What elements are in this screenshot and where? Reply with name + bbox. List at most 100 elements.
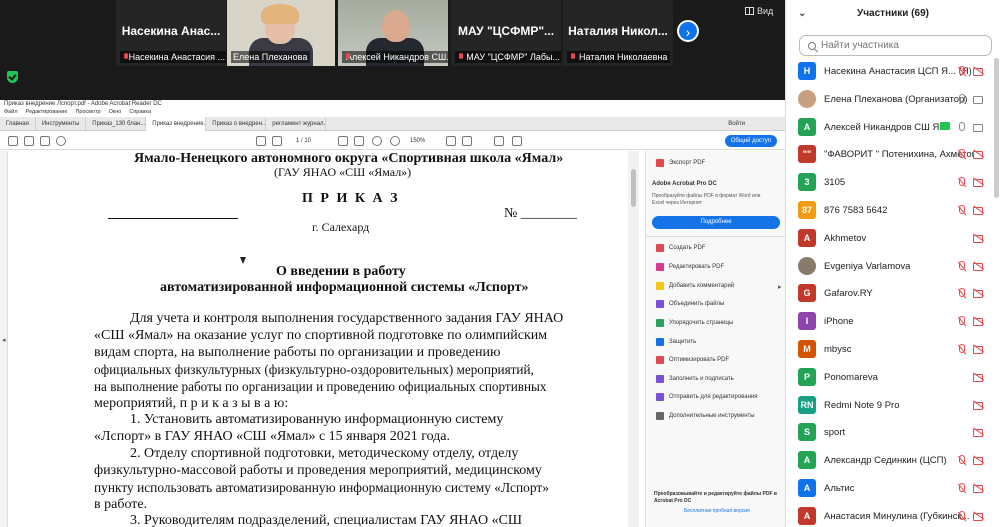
share-button[interactable]: Общий доступ <box>724 135 777 147</box>
tool-edit-pdf[interactable]: Редактировать PDF <box>656 261 724 273</box>
participant-row[interactable]: Mmbysc <box>786 336 994 364</box>
tool-more[interactable]: Дополнительные инструменты <box>656 410 755 422</box>
participant-row[interactable]: Елена Плеханова (Организатор) <box>786 86 994 114</box>
doc-subject1: О введении в работу <box>276 264 406 279</box>
fit-icon[interactable] <box>446 136 456 146</box>
menu-view[interactable]: Просмотр <box>75 108 100 116</box>
tool-comment[interactable]: Добавить комментарий <box>656 280 734 292</box>
scroll-icon[interactable] <box>462 136 472 146</box>
encryption-shield-icon[interactable] <box>7 71 18 83</box>
comment-icon[interactable] <box>494 136 504 146</box>
trial-link[interactable]: Бесплатная пробная версия <box>684 508 750 514</box>
participant-row[interactable]: А Альтис <box>786 475 994 503</box>
doc-body-line: пункту использовать автоматизированную и… <box>94 480 549 495</box>
divider <box>646 236 785 237</box>
next-page-icon[interactable]: › <box>677 20 699 42</box>
tab-doc-4[interactable]: регламент журнал... <box>266 117 327 131</box>
participant-row[interactable]: IiPhone <box>786 308 994 336</box>
prev-page-icon[interactable] <box>256 136 266 146</box>
doc-body-line: видам спорта, на выполнение работы по ор… <box>94 345 501 360</box>
mic-muted-icon <box>569 53 577 61</box>
video-tile[interactable]: Наталия Никол... Наталия Николаевна <box>563 0 673 66</box>
tab-doc-1[interactable]: Приказ_130 блан... <box>86 117 147 131</box>
tool-protect[interactable]: Защитить <box>656 336 696 348</box>
pen-icon[interactable] <box>512 136 522 146</box>
print-icon[interactable] <box>24 136 34 146</box>
tab-doc-3[interactable]: Приказ о внедрен... <box>206 117 267 131</box>
menu-edit[interactable]: Редактирование <box>26 108 68 116</box>
participant-row[interactable]: "" "ФАВОРИТ " Потенихина, Ахметов, ... <box>786 141 994 169</box>
zoom-in-icon[interactable] <box>390 136 400 146</box>
video-tile[interactable]: МАУ "ЦСФМР"... МАУ "ЦСФМР" Лабы... <box>451 0 561 66</box>
participant-row[interactable]: Н Насекина Анастасия ЦСП Я... (Я) <box>786 58 994 86</box>
comment-tool-icon <box>656 282 664 290</box>
tool-send[interactable]: Отправить для редактирования <box>656 391 758 403</box>
participant-row[interactable]: P Ponomareva <box>786 364 994 392</box>
fill-sign-icon <box>656 375 664 383</box>
export-pdf-item[interactable]: Экспорт PDF <box>656 157 705 169</box>
search-doc-icon[interactable] <box>56 136 66 146</box>
next-page-doc-icon[interactable] <box>272 136 282 146</box>
participant-row[interactable]: 87 876 7583 5642 <box>786 197 994 225</box>
participant-scrollbar[interactable] <box>994 58 999 198</box>
participant-row[interactable]: G Gafarov.RY <box>786 280 994 308</box>
video-tile[interactable]: Алексей Никандров СШ... <box>338 0 448 66</box>
tool-organize[interactable]: Упорядочить страницы <box>656 317 733 329</box>
menu-file[interactable]: Файл <box>4 108 18 116</box>
participant-row[interactable]: А Александр Сединкин (ЦСП) <box>786 447 994 475</box>
create-icon[interactable] <box>8 136 18 146</box>
camera-off-icon <box>973 289 984 299</box>
video-tile[interactable]: Елена Плеханова <box>227 0 335 66</box>
participant-row[interactable]: А Алексей Никандров СШ Я... <box>786 114 994 142</box>
camera-off-icon <box>973 428 984 438</box>
camera-off-icon <box>973 67 984 76</box>
select-icon[interactable] <box>338 136 348 146</box>
zoom-value[interactable]: 150% <box>410 138 425 144</box>
doc-body-line: официальных физкультурных (физкультурно-… <box>94 362 534 377</box>
tab-home[interactable]: Главная <box>0 117 36 131</box>
participant-row[interactable]: А Анастасия Минулина (Губкинск... <box>786 503 994 527</box>
tool-create-pdf[interactable]: Создать PDF <box>656 242 705 254</box>
participant-row[interactable]: 3 3105 <box>786 169 994 197</box>
combine-icon <box>656 300 664 308</box>
participant-name: "ФАВОРИТ " Потенихина, Ахметов, ... <box>824 149 974 161</box>
main-video-area: Насекина Анас... Насекина Анастасия ... … <box>0 0 785 527</box>
camera-off-icon <box>973 234 984 243</box>
camera-off-icon <box>973 373 984 382</box>
doc-body-line: «Лспорт» в ГАУ ЯНАО «СШ «Ямал» с 15 янва… <box>94 429 451 444</box>
doc-number: № ________ <box>504 206 577 221</box>
signin-link[interactable]: Войти <box>728 117 745 131</box>
chevron-right-icon[interactable]: ▸ <box>778 283 782 291</box>
tool-optimize[interactable]: Оптимизировать PDF <box>656 354 729 366</box>
doc-subject2: автоматизированной информационной систем… <box>160 280 529 295</box>
upgrade-button[interactable]: Подробнее <box>652 216 780 229</box>
participant-row[interactable]: A Akhmetov <box>786 225 994 253</box>
participant-row[interactable]: RN Redmi Note 9 Pro <box>786 392 994 420</box>
left-panel-toggle[interactable]: ◂ <box>0 151 8 527</box>
view-button[interactable]: Вид <box>745 6 773 16</box>
tile-label: МАУ "ЦСФМР" Лабы... <box>455 51 561 63</box>
menu-window[interactable]: Окно <box>109 108 122 116</box>
avatar: P <box>798 367 816 386</box>
vertical-scrollbar[interactable] <box>628 151 639 527</box>
tab-doc-active[interactable]: Приказ внедрение... <box>146 117 207 131</box>
chevron-down-icon[interactable]: ⌄ <box>798 0 806 28</box>
camera-off-icon <box>973 345 984 354</box>
search-input[interactable] <box>821 40 971 51</box>
email-icon[interactable] <box>40 136 50 146</box>
doc-body-line: в работе. <box>94 497 148 512</box>
doc-city: г. Салехард <box>312 220 370 234</box>
video-tile[interactable]: Насекина Анас... Насекина Анастасия ... <box>116 0 226 66</box>
zoom-out-icon[interactable] <box>372 136 382 146</box>
hand-icon[interactable] <box>354 136 364 146</box>
doc-title: П Р И К А З <box>302 191 400 206</box>
tool-combine[interactable]: Объединить файлы <box>656 298 724 310</box>
participant-row[interactable]: Ssport <box>786 419 994 447</box>
menu-help[interactable]: Справка <box>129 108 151 116</box>
tab-tools[interactable]: Инструменты <box>36 117 87 131</box>
participant-row[interactable]: Evgeniya Varlamova <box>786 253 994 281</box>
participant-search[interactable] <box>799 35 992 56</box>
tool-fill-sign[interactable]: Заполнить и подписать <box>656 373 734 385</box>
page-indicator[interactable]: 1 / 10 <box>296 138 311 144</box>
scroll-thumb[interactable] <box>631 169 636 207</box>
